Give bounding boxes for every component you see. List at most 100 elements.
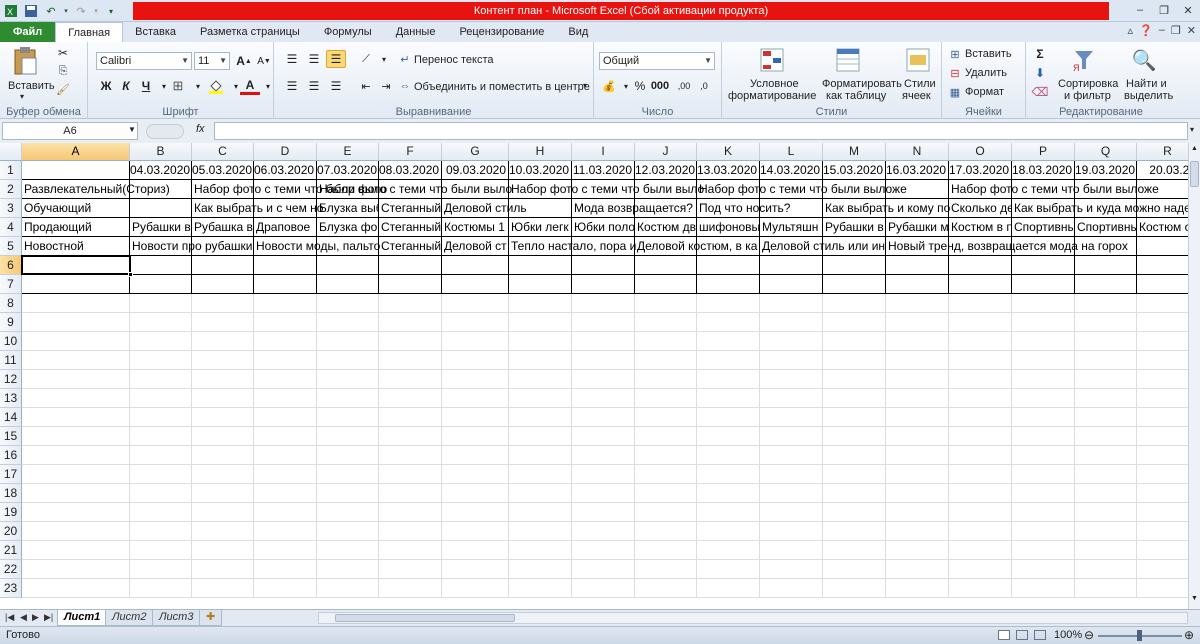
- insert-cells-icon[interactable]: ⊞: [948, 47, 962, 61]
- cell-K15[interactable]: [697, 427, 760, 446]
- cell-G7[interactable]: [442, 275, 509, 294]
- align-center-icon[interactable]: ☰: [304, 77, 324, 95]
- cell-G18[interactable]: [442, 484, 509, 503]
- shrink-font-icon[interactable]: A ▼: [254, 52, 274, 70]
- cell-D16[interactable]: [254, 446, 317, 465]
- font-name-combo[interactable]: Calibri ▼: [96, 52, 192, 70]
- cell-R19[interactable]: [1137, 503, 1188, 522]
- cell-N10[interactable]: [886, 332, 949, 351]
- cell-N4[interactable]: Рубашки м: [886, 218, 949, 237]
- align-top-icon[interactable]: ☰: [282, 50, 302, 68]
- cell-O3[interactable]: Сколько де: [949, 199, 1012, 218]
- cell-P10[interactable]: [1012, 332, 1075, 351]
- cell-A11[interactable]: [22, 351, 130, 370]
- cell-G11[interactable]: [442, 351, 509, 370]
- cell-A9[interactable]: [22, 313, 130, 332]
- cell-Q15[interactable]: [1075, 427, 1137, 446]
- row-header-22[interactable]: 22: [0, 560, 22, 579]
- cell-N8[interactable]: [886, 294, 949, 313]
- formula-input[interactable]: [214, 122, 1188, 140]
- cell-K16[interactable]: [697, 446, 760, 465]
- cell-H19[interactable]: [509, 503, 572, 522]
- cell-B13[interactable]: [130, 389, 192, 408]
- cell-A18[interactable]: [22, 484, 130, 503]
- horizontal-scrollbar[interactable]: [318, 612, 1188, 624]
- cell-J4[interactable]: Костюм дв: [635, 218, 697, 237]
- cell-O17[interactable]: [949, 465, 1012, 484]
- cell-P7[interactable]: [1012, 275, 1075, 294]
- cell-F19[interactable]: [379, 503, 442, 522]
- cell-I16[interactable]: [572, 446, 635, 465]
- cell-C22[interactable]: [192, 560, 254, 579]
- column-header-F[interactable]: F: [379, 143, 442, 161]
- conditional-format-icon[interactable]: [758, 46, 786, 74]
- cell-P18[interactable]: [1012, 484, 1075, 503]
- cell-C19[interactable]: [192, 503, 254, 522]
- cell-C18[interactable]: [192, 484, 254, 503]
- cell-L23[interactable]: [760, 579, 823, 598]
- cell-G14[interactable]: [442, 408, 509, 427]
- cell-C1[interactable]: 05.03.2020: [192, 161, 254, 180]
- doc-restore-icon[interactable]: ❐: [1171, 24, 1181, 37]
- row-header-11[interactable]: 11: [0, 351, 22, 370]
- cell-P17[interactable]: [1012, 465, 1075, 484]
- cell-D5[interactable]: Новости моды, пальто: [254, 237, 380, 256]
- tab-insert[interactable]: Вставка: [123, 22, 188, 42]
- cell-P4[interactable]: Спортивны: [1012, 218, 1075, 237]
- cell-K13[interactable]: [697, 389, 760, 408]
- cell-O19[interactable]: [949, 503, 1012, 522]
- cell-F13[interactable]: [379, 389, 442, 408]
- cell-R23[interactable]: [1137, 579, 1188, 598]
- cell-C17[interactable]: [192, 465, 254, 484]
- cell-D19[interactable]: [254, 503, 317, 522]
- cell-P8[interactable]: [1012, 294, 1075, 313]
- row-header-5[interactable]: 5: [0, 237, 22, 256]
- cell-G4[interactable]: Костюмы 1: [442, 218, 509, 237]
- comma-style-icon[interactable]: 000: [650, 77, 670, 95]
- cell-N13[interactable]: [886, 389, 949, 408]
- cell-C6[interactable]: [192, 256, 254, 275]
- cell-I17[interactable]: [572, 465, 635, 484]
- cell-G5[interactable]: Деловой ст: [442, 237, 509, 256]
- cell-O6[interactable]: [949, 256, 1012, 275]
- cell-J18[interactable]: [635, 484, 697, 503]
- bold-button[interactable]: Ж: [96, 77, 116, 95]
- zoom-out-icon[interactable]: ⊖: [1084, 628, 1094, 642]
- cell-O11[interactable]: [949, 351, 1012, 370]
- cell-E20[interactable]: [317, 522, 379, 541]
- cell-B18[interactable]: [130, 484, 192, 503]
- cell-L4[interactable]: Мультяшн: [760, 218, 823, 237]
- cell-F1[interactable]: 08.03.2020: [379, 161, 442, 180]
- cell-B6[interactable]: [130, 256, 192, 275]
- find-select-line2[interactable]: выделить: [1124, 90, 1173, 102]
- row-header-17[interactable]: 17: [0, 465, 22, 484]
- merge-center-button[interactable]: Объединить и поместить в центре: [414, 81, 590, 93]
- cell-N22[interactable]: [886, 560, 949, 579]
- cell-E22[interactable]: [317, 560, 379, 579]
- cell-P19[interactable]: [1012, 503, 1075, 522]
- cell-I4[interactable]: Юбки поло: [572, 218, 635, 237]
- cell-Q7[interactable]: [1075, 275, 1137, 294]
- cell-F5[interactable]: Стеганный: [379, 237, 442, 256]
- cell-P9[interactable]: [1012, 313, 1075, 332]
- cell-H17[interactable]: [509, 465, 572, 484]
- cell-Q19[interactable]: [1075, 503, 1137, 522]
- cell-H6[interactable]: [509, 256, 572, 275]
- row-header-9[interactable]: 9: [0, 313, 22, 332]
- cell-N20[interactable]: [886, 522, 949, 541]
- align-bottom-icon[interactable]: ☰: [326, 50, 346, 68]
- row-header-16[interactable]: 16: [0, 446, 22, 465]
- next-sheet-icon[interactable]: ▶: [32, 612, 39, 623]
- cell-E4[interactable]: Блузка фо: [317, 218, 379, 237]
- cell-M3[interactable]: Как выбрать и кому по: [823, 199, 950, 218]
- insert-cells-button[interactable]: Вставить: [965, 48, 1012, 60]
- name-box[interactable]: A6: [2, 122, 138, 140]
- cell-C3[interactable]: Как выбрать и с чем но: [192, 199, 323, 218]
- cell-O4[interactable]: Костюм в п: [949, 218, 1012, 237]
- row-header-14[interactable]: 14: [0, 408, 22, 427]
- horizontal-scroll-thumb[interactable]: [335, 614, 515, 622]
- cell-L13[interactable]: [760, 389, 823, 408]
- cell-P22[interactable]: [1012, 560, 1075, 579]
- row-header-6[interactable]: 6: [0, 256, 22, 275]
- cell-F17[interactable]: [379, 465, 442, 484]
